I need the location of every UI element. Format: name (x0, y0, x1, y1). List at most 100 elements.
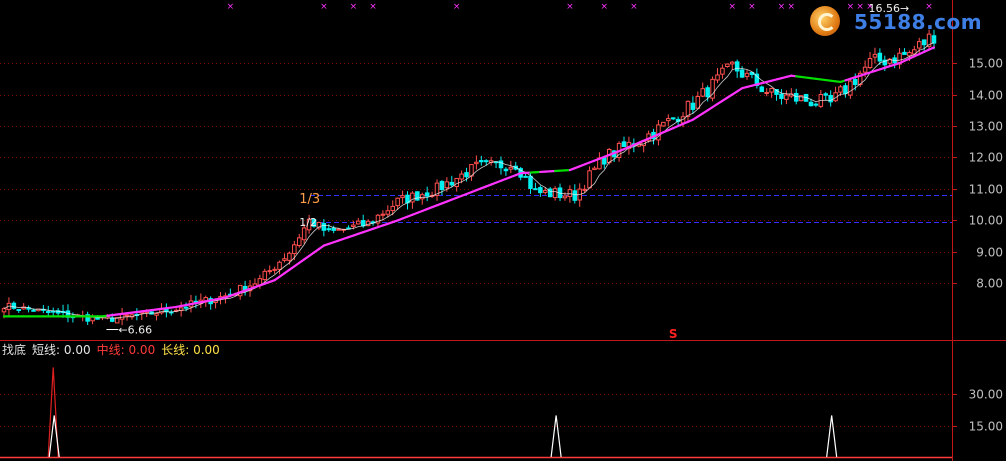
candle-body (380, 213, 386, 216)
candle (690, 96, 696, 114)
y-tick-label: 9.00 (976, 246, 1003, 260)
indicator-spike-white (550, 415, 562, 458)
indicator-legend: 找底 短线: 0.00 中线: 0.00 长线: 0.00 (2, 341, 226, 358)
candle (424, 186, 430, 202)
candle (715, 68, 720, 84)
candle-body (582, 188, 587, 191)
candle (498, 156, 504, 175)
candle (784, 90, 789, 105)
candle-body (267, 270, 272, 273)
candle (405, 191, 410, 210)
low-label: ←6.66 (118, 324, 152, 337)
candle (316, 221, 322, 231)
indicator-panel: 30.00 15.00 (0, 367, 1003, 459)
candle-body (916, 41, 922, 49)
top-signal-mark: × (728, 2, 736, 12)
y-axis: 15.00 14.00 13.00 12.00 11.00 10.00 9.00 8.00 (952, 57, 1003, 291)
top-signal-mark: × (350, 2, 358, 12)
candle (685, 100, 691, 123)
candle-body (705, 87, 710, 98)
candle-body (793, 93, 799, 102)
candle-body (695, 95, 701, 109)
candle (11, 301, 17, 310)
candle (779, 89, 784, 105)
candle-body (666, 118, 671, 122)
candle (419, 192, 425, 205)
candle-body (872, 53, 878, 58)
candle (488, 156, 494, 166)
candle-body (715, 74, 720, 81)
indicator-title: 找底 (2, 343, 27, 357)
top-signal-mark: × (566, 2, 574, 12)
candle-body (479, 160, 484, 163)
candle (474, 155, 479, 170)
candle (592, 166, 597, 171)
candle-body (498, 160, 504, 169)
candle-body (415, 191, 420, 201)
candle-body (552, 188, 558, 199)
candle-body (808, 101, 814, 107)
watermark: 55188.com (808, 4, 1004, 38)
candle (641, 140, 646, 153)
candle (912, 45, 917, 55)
candle-body (813, 103, 819, 106)
candle-body (277, 261, 282, 270)
signal-s-mark: S (669, 327, 678, 341)
candle-body (31, 309, 36, 312)
candle-body (424, 192, 430, 197)
candle-body (784, 94, 789, 100)
ma-short-line (3, 42, 935, 319)
candle-body (360, 220, 366, 227)
top-signal-mark: × (788, 2, 796, 12)
candle (139, 310, 145, 320)
candle-body (621, 141, 627, 148)
candle-body (439, 180, 445, 190)
candle (710, 76, 715, 102)
candle-body (862, 66, 868, 73)
candle (587, 166, 592, 189)
candle (916, 37, 922, 55)
candle-body (449, 181, 455, 186)
candle (597, 152, 602, 170)
candle-body (543, 189, 548, 193)
candle-body (474, 161, 479, 165)
candle (449, 175, 455, 188)
candle-body (331, 227, 336, 231)
stock-chart: × × × × × × × × × × × × × × × × ←6.6616.56→1/31/2S 15.0… (0, 0, 1006, 461)
candle-body (725, 63, 730, 68)
candle-body (533, 188, 538, 191)
candle (789, 88, 794, 98)
candle (533, 182, 538, 191)
candle (892, 54, 897, 69)
candle-body (823, 93, 829, 96)
candle-body (567, 189, 573, 198)
legend-short: 短线: 0.00 (32, 343, 91, 357)
candle-body (1, 308, 7, 313)
candle (621, 136, 627, 148)
watermark-text: 55188.com (854, 10, 983, 34)
candle-body (154, 313, 159, 316)
candle (759, 85, 765, 93)
candle (346, 225, 351, 230)
candle (508, 160, 514, 174)
candle-body (183, 306, 189, 309)
candle (572, 184, 578, 204)
candle (921, 39, 927, 52)
candle (242, 280, 248, 296)
candle (503, 167, 509, 176)
top-signal-mark: × (778, 2, 786, 12)
candle (725, 63, 730, 68)
candle (739, 66, 745, 79)
candle-body (124, 314, 130, 317)
y-tick-label: 12.00 (969, 151, 1003, 165)
candle-body (459, 173, 464, 180)
candle (823, 92, 829, 101)
y-tick-label: 10.00 (969, 214, 1003, 228)
candle-body (921, 39, 927, 46)
top-signal-mark: × (227, 2, 235, 12)
candle (429, 191, 435, 199)
candle-body (385, 210, 391, 215)
grid-layer (0, 0, 1006, 461)
y-tick-label: 11.00 (969, 183, 1003, 197)
candle (321, 219, 327, 237)
